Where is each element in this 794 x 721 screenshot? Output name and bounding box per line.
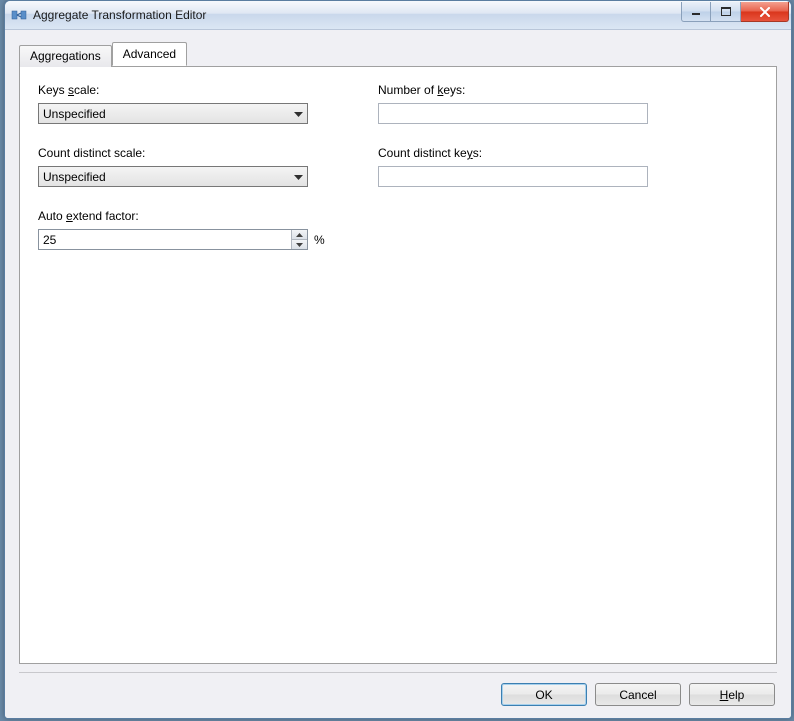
combo-count-distinct-scale[interactable]: Unspecified bbox=[38, 166, 308, 187]
label-keys-scale: Keys scale: bbox=[38, 83, 338, 99]
tab-advanced[interactable]: Advanced bbox=[112, 42, 187, 66]
button-label: OK bbox=[535, 688, 552, 702]
chevron-down-icon bbox=[294, 170, 303, 184]
label-count-distinct-scale: Count distinct scale: bbox=[38, 146, 338, 162]
app-icon bbox=[11, 7, 27, 23]
spinner-input[interactable] bbox=[39, 230, 291, 249]
spinner-buttons bbox=[291, 230, 307, 249]
ok-button[interactable]: OK bbox=[501, 683, 587, 706]
maximize-button[interactable] bbox=[711, 2, 741, 22]
combo-value: Unspecified bbox=[43, 107, 106, 121]
button-label: Help bbox=[720, 688, 745, 702]
spinner-auto-extend-factor[interactable] bbox=[38, 229, 308, 250]
window-controls bbox=[681, 2, 789, 22]
combo-value: Unspecified bbox=[43, 170, 106, 184]
tab-aggregations[interactable]: Aggregations bbox=[19, 45, 112, 67]
tab-label: Aggregations bbox=[30, 49, 101, 63]
input-number-of-keys[interactable] bbox=[378, 103, 648, 124]
minimize-button[interactable] bbox=[681, 2, 711, 22]
tab-strip: Aggregations Advanced bbox=[19, 44, 777, 66]
label-auto-extend-factor: Auto extend factor: bbox=[38, 209, 338, 225]
label-number-of-keys: Number of keys: bbox=[378, 83, 678, 99]
label-count-distinct-keys: Count distinct keys: bbox=[378, 146, 678, 162]
maximize-icon bbox=[721, 7, 731, 16]
chevron-up-icon bbox=[296, 233, 303, 237]
spinner-down-button[interactable] bbox=[292, 239, 307, 249]
cancel-button[interactable]: Cancel bbox=[595, 683, 681, 706]
close-icon bbox=[759, 7, 771, 17]
input-count-distinct-keys[interactable] bbox=[378, 166, 648, 187]
minimize-icon bbox=[691, 8, 701, 16]
help-button[interactable]: Help bbox=[689, 683, 775, 706]
percent-label: % bbox=[314, 233, 325, 247]
spinner-up-button[interactable] bbox=[292, 230, 307, 239]
chevron-down-icon bbox=[296, 243, 303, 247]
form-grid: Keys scale: Number of keys: Unspecified bbox=[38, 83, 758, 250]
dialog-window: Aggregate Transformation Editor Aggregat… bbox=[4, 0, 792, 719]
button-label: Cancel bbox=[619, 688, 656, 702]
window-title: Aggregate Transformation Editor bbox=[33, 8, 681, 22]
tab-panel-advanced: Keys scale: Number of keys: Unspecified bbox=[19, 66, 777, 664]
auto-extend-factor-field: % bbox=[38, 229, 338, 250]
tab-label: Advanced bbox=[123, 47, 176, 61]
chevron-down-icon bbox=[294, 107, 303, 121]
close-button[interactable] bbox=[741, 2, 789, 22]
combo-keys-scale[interactable]: Unspecified bbox=[38, 103, 308, 124]
separator bbox=[19, 672, 777, 673]
titlebar[interactable]: Aggregate Transformation Editor bbox=[5, 1, 791, 30]
button-bar: OK Cancel Help bbox=[19, 683, 777, 708]
client-area: Aggregations Advanced Keys scale: Number… bbox=[5, 30, 791, 718]
